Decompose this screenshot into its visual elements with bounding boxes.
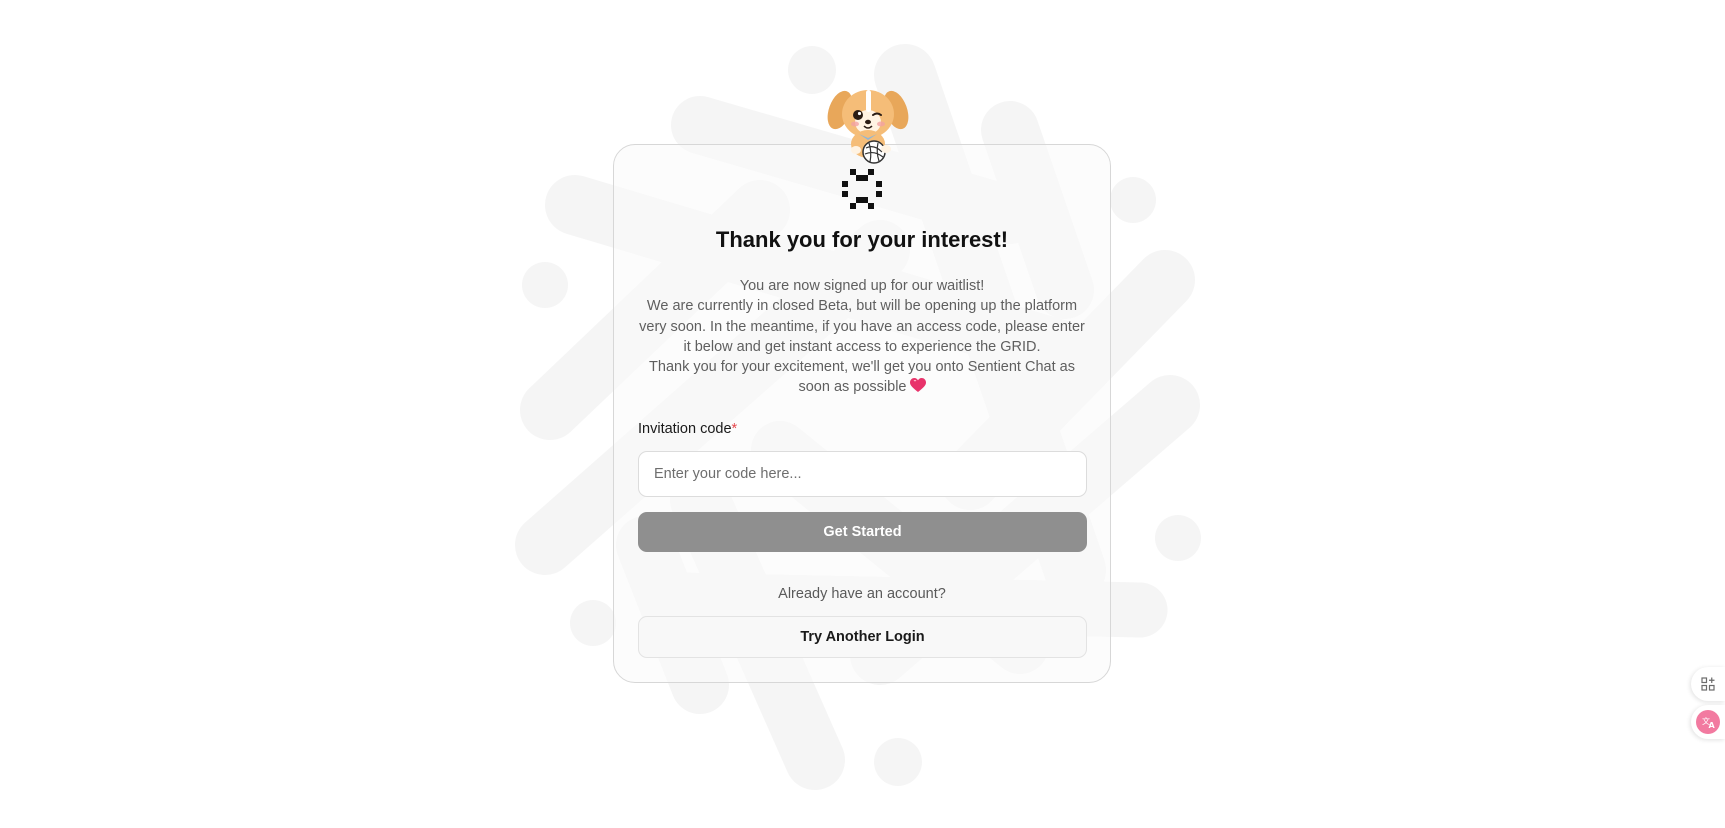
message-line-closed-beta: We are currently in closed Beta, but wil… — [639, 298, 1085, 355]
waitlist-card — [613, 144, 1111, 683]
page: Thank you for your interest! You are now… — [0, 0, 1725, 828]
side-translate-button[interactable]: 文 A — [1691, 705, 1725, 739]
puppy-mascot-icon — [827, 84, 909, 164]
get-started-button[interactable]: Get Started — [638, 512, 1087, 552]
message-line-signed-up: You are now signed up for our waitlist! — [739, 278, 985, 294]
apps-grid-icon — [1701, 677, 1715, 691]
required-marker: * — [731, 421, 738, 437]
waitlist-message: You are now signed up for our waitlist! … — [638, 276, 1086, 398]
page-title: Thank you for your interest! — [715, 227, 1009, 252]
svg-text:A: A — [1709, 721, 1716, 730]
translate-icon: 文 A — [1696, 710, 1720, 734]
invitation-code-label: Invitation code* — [638, 421, 737, 437]
heart-icon — [909, 378, 926, 393]
sentient-grid-logo-icon — [842, 169, 882, 209]
side-apps-button[interactable] — [1691, 667, 1725, 701]
message-thanks-text: Thank you for your excitement, we'll get… — [649, 359, 1075, 396]
invitation-code-label-text: Invitation code — [638, 421, 732, 437]
already-have-account-text: Already have an account? — [778, 586, 946, 602]
message-line-thanks: Thank you for your excitement, we'll get… — [638, 357, 1086, 398]
try-another-login-button[interactable]: Try Another Login — [638, 616, 1087, 658]
invitation-code-input[interactable] — [638, 451, 1087, 497]
